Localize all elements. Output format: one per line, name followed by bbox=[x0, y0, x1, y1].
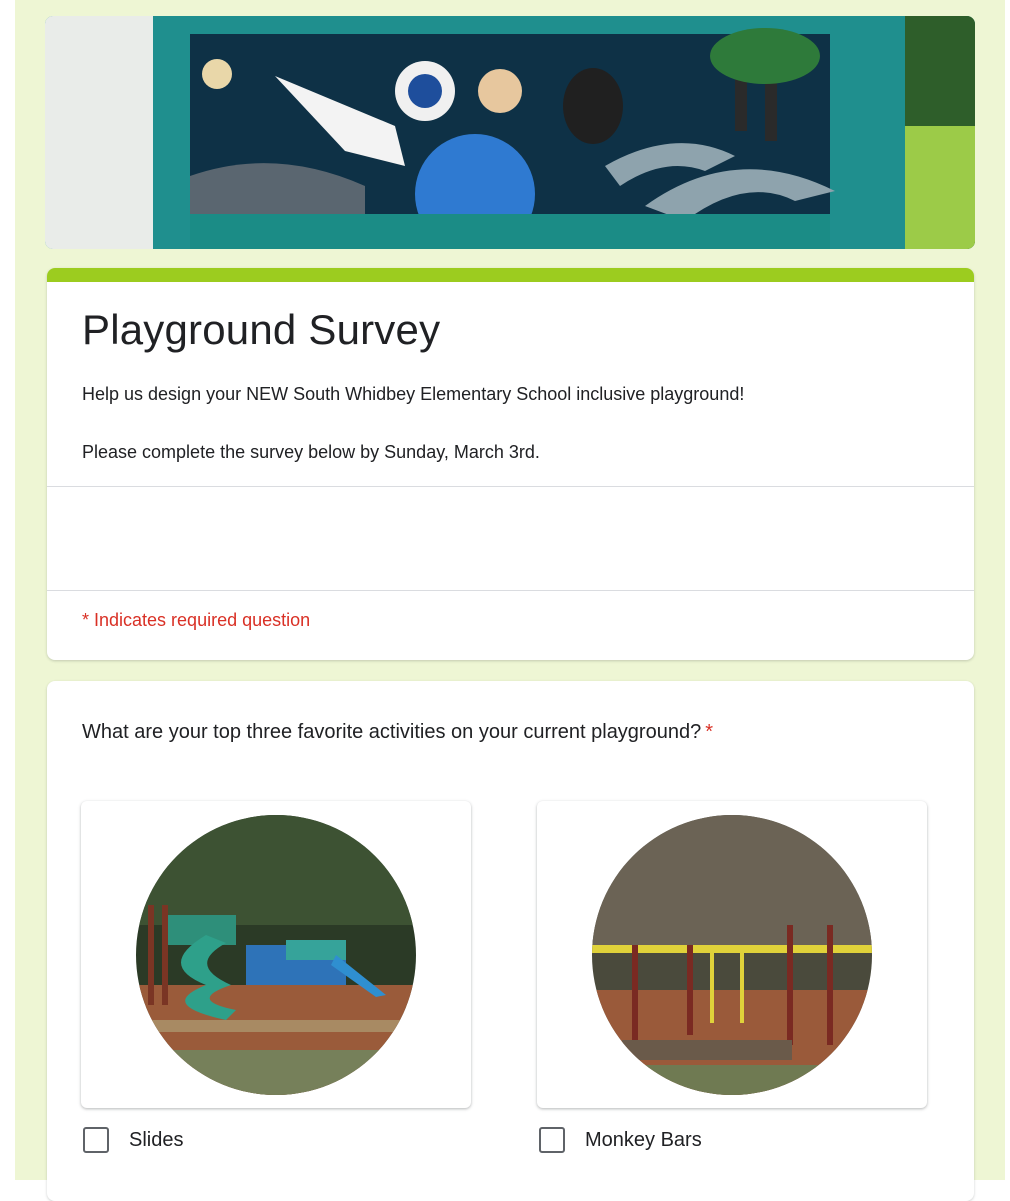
header-banner-image bbox=[45, 16, 975, 249]
monkey-bars-checkbox[interactable] bbox=[539, 1127, 565, 1153]
form-header-card: Playground Survey Help us design your NE… bbox=[47, 268, 974, 660]
option-label-monkey-bars: Monkey Bars bbox=[585, 1128, 702, 1151]
divider bbox=[47, 590, 974, 591]
slides-checkbox[interactable] bbox=[83, 1127, 109, 1153]
form-title: Playground Survey bbox=[82, 306, 441, 353]
form-description-line-1: Help us design your NEW South Whidbey El… bbox=[82, 384, 745, 404]
question-title: What are your top three favorite activit… bbox=[82, 721, 713, 744]
form-description-line-2: Please complete the survey below by Sund… bbox=[82, 442, 540, 462]
option-image-monkey-bars[interactable] bbox=[537, 801, 927, 1108]
slides-photo bbox=[136, 815, 416, 1095]
accent-bar bbox=[47, 268, 974, 282]
form-page: Playground Survey Help us design your NE… bbox=[15, 0, 1005, 1201]
option-monkey-bars[interactable]: Monkey Bars bbox=[539, 1127, 702, 1153]
monkey-bars-photo bbox=[592, 815, 872, 1095]
required-question-note: * Indicates required question bbox=[82, 610, 311, 630]
question-text: What are your top three favorite activit… bbox=[82, 721, 702, 743]
required-asterisk: * bbox=[705, 721, 714, 743]
option-label-slides: Slides bbox=[129, 1128, 184, 1151]
option-slides[interactable]: Slides bbox=[83, 1127, 183, 1153]
question-card: What are your top three favorite activit… bbox=[47, 681, 974, 1201]
divider bbox=[47, 486, 974, 487]
option-image-slides[interactable] bbox=[81, 801, 471, 1108]
